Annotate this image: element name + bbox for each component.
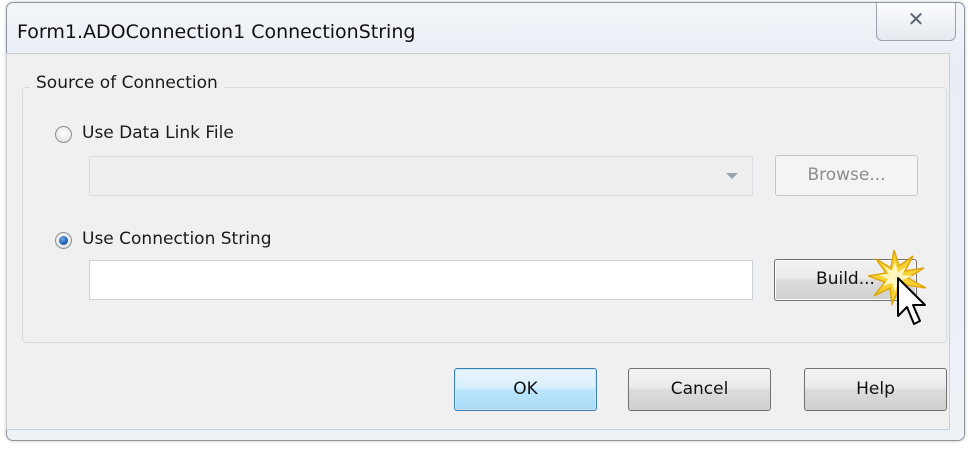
group-legend: Source of Connection — [30, 73, 224, 93]
close-button[interactable]: ✕ — [876, 3, 956, 41]
ok-button[interactable]: OK — [454, 368, 597, 411]
data-link-file-combo[interactable] — [89, 156, 753, 196]
help-button[interactable]: Help — [804, 368, 947, 411]
chevron-down-icon[interactable] — [726, 173, 738, 179]
use-connection-string-radio[interactable] — [55, 232, 72, 249]
use-data-link-file-radio[interactable] — [55, 126, 72, 143]
use-data-link-file-label[interactable]: Use Data Link File — [82, 123, 234, 143]
browse-button[interactable]: Browse... — [775, 155, 918, 196]
use-connection-string-label[interactable]: Use Connection String — [82, 229, 272, 249]
cancel-button[interactable]: Cancel — [628, 368, 771, 411]
connection-string-input[interactable] — [89, 260, 753, 300]
close-icon: ✕ — [907, 7, 925, 31]
mouse-pointer-icon — [868, 250, 927, 325]
window-title: Form1.ADOConnection1 ConnectionString — [17, 21, 416, 43]
